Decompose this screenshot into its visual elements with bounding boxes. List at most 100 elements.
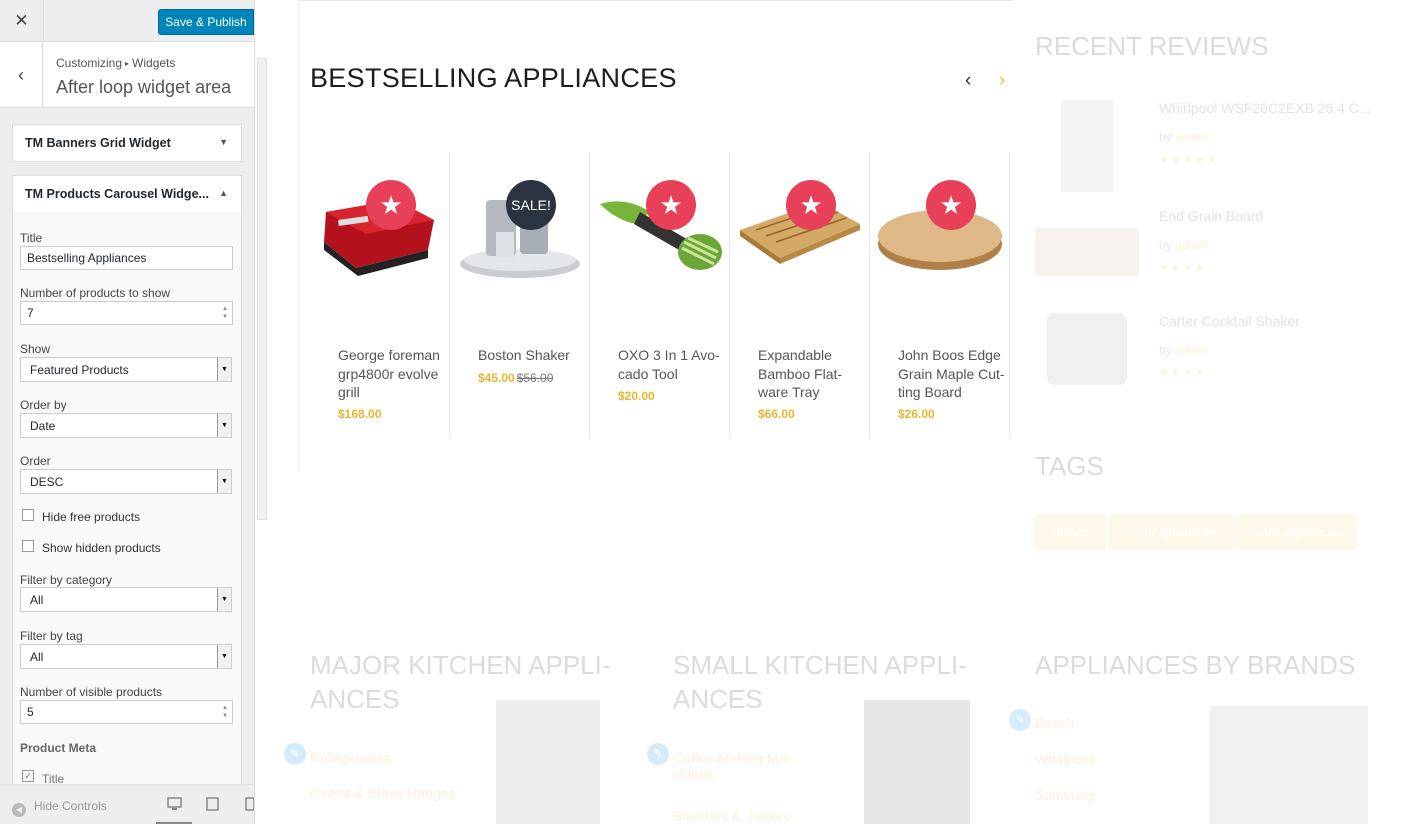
breadcrumb-widgets: Widgets — [132, 56, 176, 70]
back-icon[interactable]: ‹ — [0, 42, 43, 108]
customizer-header: ✕ Save & Publish — [0, 0, 254, 42]
review-image[interactable] — [1047, 313, 1127, 385]
product-card[interactable]: ★ OXO 3 In 1 Avo-cado Tool $20.00 — [590, 152, 730, 438]
edit-icon[interactable]: ✎ — [647, 743, 669, 765]
product-name[interactable]: Expandable Bamboo Flat-ware Tray — [758, 346, 870, 402]
hide-controls-button[interactable]: ◀ Hide Controls — [12, 799, 107, 817]
section-title: After loop widget area — [56, 77, 232, 97]
spinner-icon[interactable]: ▲ ▼ — [222, 704, 228, 720]
collapse-icon: ◀ — [12, 803, 26, 817]
tag-link[interactable]: small appliances — [1235, 514, 1357, 550]
visible-input[interactable]: 5 ▲ ▼ — [20, 700, 233, 724]
product-card[interactable]: ★ George foreman grp4800r evolve grill $… — [310, 152, 450, 438]
orderby-select[interactable]: Date ▼ — [20, 413, 232, 438]
close-icon[interactable]: ✕ — [0, 0, 44, 42]
count-value: 7 — [27, 306, 34, 320]
section-image — [496, 700, 600, 824]
category-link[interactable]: Coffee Making Ma-chines — [673, 750, 803, 782]
product-meta-heading: Product Meta — [20, 741, 97, 755]
meta-title-checkbox[interactable]: ✓ — [22, 770, 34, 782]
tablet-icon[interactable] — [203, 797, 221, 813]
section-image — [864, 700, 970, 824]
chevron-left-icon[interactable]: ‹ — [965, 70, 971, 92]
review-author[interactable]: admin — [1175, 238, 1208, 252]
tag-label: Filter by tag — [20, 629, 83, 643]
category-select[interactable]: All ▼ — [20, 587, 232, 612]
carousel-title: BESTSELLING APPLIANCES — [310, 63, 677, 93]
featured-star-icon: ★ — [926, 180, 976, 230]
visible-label: Number of visible products — [20, 685, 163, 699]
product-name[interactable]: George foreman grp4800r evolve grill — [338, 346, 450, 402]
title-input[interactable]: Bestselling Appliances — [20, 246, 233, 270]
sale-badge: SALE! — [506, 180, 556, 230]
review-item[interactable]: End Grain Board by admin ★★★★☆ — [1035, 208, 1375, 308]
review-image[interactable] — [1061, 100, 1113, 192]
review-product-name[interactable]: Whirlpool WSF26C2EXB 26.4 C... — [1159, 100, 1371, 116]
expand-arrow-icon[interactable]: ▼ — [219, 137, 228, 147]
product-price: $168.00 — [338, 407, 382, 421]
category-value: All — [30, 593, 44, 607]
review-image[interactable] — [1035, 228, 1139, 276]
show-hidden-checkbox[interactable] — [22, 540, 34, 552]
mobile-icon[interactable] — [241, 797, 254, 813]
category-link[interactable]: Samsung — [1035, 787, 1094, 803]
order-value: DESC — [30, 475, 64, 489]
sidebar-scrollbar[interactable] — [257, 58, 267, 520]
customizer-footer: ◀ Hide Controls — [0, 784, 254, 824]
show-label: Show — [20, 342, 51, 356]
chevron-down-icon[interactable]: ▼ — [217, 470, 231, 493]
collapse-arrow-icon[interactable]: ▲ — [219, 188, 228, 198]
category-link[interactable]: Blenders & Juicers — [673, 808, 790, 824]
widget-title: TM Banners Grid Widget — [25, 136, 171, 150]
show-hidden-label: Show hidden products — [42, 541, 161, 555]
review-item[interactable]: Carter Cocktail Shaker by admin ★★★★☆ — [1035, 313, 1375, 413]
count-input[interactable]: 7 ▲ ▼ — [20, 301, 233, 325]
category-link[interactable]: Bosch — [1035, 715, 1074, 731]
order-label: Order — [20, 454, 51, 468]
review-product-name[interactable]: End Grain Board — [1159, 208, 1263, 224]
visible-value: 5 — [27, 705, 34, 719]
show-select[interactable]: Featured Products ▼ — [20, 357, 232, 382]
tag-select[interactable]: All ▼ — [20, 644, 232, 669]
widget-title: TM Products Carousel Widge... — [25, 187, 209, 201]
edit-icon[interactable]: ✎ — [1009, 709, 1031, 731]
order-select[interactable]: DESC ▼ — [20, 469, 232, 494]
section-header: ‹ Customizing ▸ Widgets After loop widget … — [0, 42, 254, 108]
product-price: $20.00 — [618, 389, 655, 403]
spinner-icon[interactable]: ▲ ▼ — [222, 305, 228, 321]
chevron-down-icon[interactable]: ▼ — [217, 588, 231, 611]
hide-free-checkbox[interactable] — [22, 509, 34, 521]
review-author[interactable]: admin — [1175, 130, 1208, 144]
review-byline: by admin — [1159, 130, 1208, 144]
category-link[interactable]: Whirlpool — [1035, 751, 1093, 767]
widget-banners-grid[interactable]: TM Banners Grid Widget ▼ — [12, 124, 242, 162]
save-publish-button[interactable]: Save & Publish — [158, 9, 254, 35]
widget-products-carousel[interactable]: TM Products Carousel Widge... ▲ — [12, 175, 242, 213]
category-link[interactable]: Refrigerators — [310, 750, 391, 766]
product-card[interactable]: SALE! Boston Shaker $45.00 $56.00 — [450, 152, 590, 438]
orderby-value: Date — [30, 419, 56, 433]
product-name[interactable]: OXO 3 In 1 Avo-cado Tool — [618, 346, 730, 383]
chevron-right-icon[interactable]: › — [999, 70, 1005, 92]
featured-star-icon: ★ — [646, 180, 696, 230]
chevron-down-icon[interactable]: ▼ — [217, 645, 231, 668]
site-preview: BESTSELLING APPLIANCES ‹ › ★ George fore… — [268, 0, 1411, 824]
product-name[interactable]: John Boos Edge Grain Maple Cut-ting Boar… — [898, 346, 1010, 402]
product-card[interactable]: ★ Expandable Bamboo Flat-ware Tray $66.0… — [730, 152, 870, 438]
tag-link[interactable]: major appliances — [1108, 514, 1234, 550]
featured-star-icon: ★ — [786, 180, 836, 230]
product-card[interactable]: ★ John Boos Edge Grain Maple Cut-ting Bo… — [870, 152, 1010, 438]
tag-link[interactable]: kitchen — [1034, 514, 1106, 550]
edit-icon[interactable]: ✎ — [284, 743, 306, 765]
category-link[interactable]: Ovens & Stove Ranges — [310, 785, 456, 801]
review-item[interactable]: Whirlpool WSF26C2EXB 26.4 C... by admin … — [1035, 100, 1375, 200]
review-author[interactable]: admin — [1175, 343, 1208, 357]
chevron-down-icon[interactable]: ▼ — [217, 414, 231, 437]
review-product-name[interactable]: Carter Cocktail Shaker — [1159, 313, 1300, 329]
chevron-down-icon[interactable]: ▼ — [217, 358, 231, 381]
breadcrumb: Customizing ▸ Widgets — [56, 56, 175, 70]
review-byline: by admin — [1159, 343, 1208, 357]
rating-stars: ★★★★☆ — [1159, 262, 1219, 274]
product-name[interactable]: Boston Shaker — [478, 346, 590, 365]
desktop-icon[interactable] — [165, 797, 183, 813]
